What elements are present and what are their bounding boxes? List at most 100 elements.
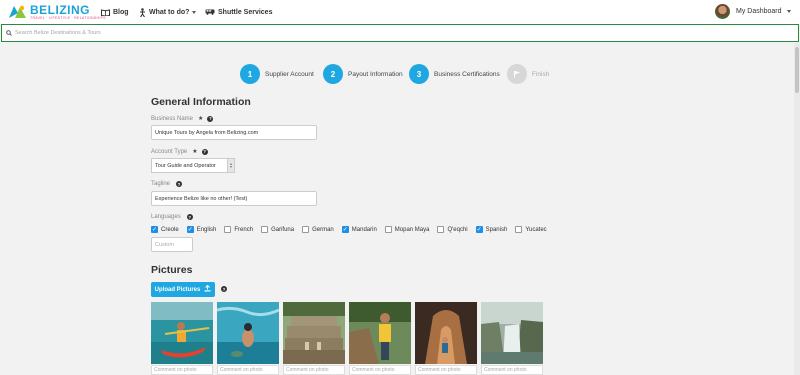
custom-language-field[interactable]: Custom <box>151 237 193 252</box>
checkbox[interactable] <box>224 226 232 233</box>
scrollbar[interactable] <box>794 43 800 375</box>
photo-thumbnail-cliff[interactable] <box>349 302 411 364</box>
van-icon <box>205 9 215 15</box>
photo-comment-input[interactable]: Comment on photo <box>415 365 477 375</box>
tagline-label: Tagline <box>151 181 171 187</box>
photo-comment-input[interactable]: Comment on photo <box>283 365 345 375</box>
account-type-label-row: Account Type ★ ? <box>151 148 208 155</box>
logo-mark-icon <box>9 5 26 18</box>
step-number: 2 <box>323 64 343 84</box>
step-number: 3 <box>409 64 429 84</box>
language-label: Q'eqchi <box>447 226 468 233</box>
nav-blog-label: Blog <box>113 8 129 16</box>
step-label: Supplier Account <box>265 70 314 78</box>
account-type-value: Tour Guide and Operator <box>155 162 216 169</box>
logo-tagline: TRAVEL · LIFESTYLE · RELATIONSHIPS <box>30 16 106 20</box>
language-german[interactable]: German <box>302 226 334 233</box>
logo-wordmark: BELIZING <box>30 3 90 17</box>
language-qeqchi[interactable]: Q'eqchi <box>437 226 468 233</box>
languages-label-row: Languages ? <box>151 214 193 220</box>
chevron-down-icon <box>786 10 791 13</box>
step-payout-information[interactable]: 2 Payout Information <box>323 64 403 84</box>
nav-shuttle-label: Shuttle Services <box>218 8 273 16</box>
step-label: Finish <box>532 70 550 78</box>
step-finish[interactable]: Finish <box>507 64 549 84</box>
nav-shuttle-services[interactable]: Shuttle Services <box>205 0 272 24</box>
book-icon <box>101 8 110 16</box>
help-icon[interactable]: ? <box>207 115 214 122</box>
checkbox-checked[interactable]: ✓ <box>151 226 158 233</box>
language-english[interactable]: ✓ English <box>186 226 217 233</box>
search-input[interactable] <box>15 30 715 36</box>
checkbox[interactable] <box>384 226 392 233</box>
business-name-field[interactable]: Unique Tours by Angela from Belizing.com <box>151 125 317 140</box>
avatar <box>715 4 730 19</box>
checkbox-checked[interactable]: ✓ <box>475 226 483 233</box>
languages-checkbox-group: ✓ Creole ✓ English French Garifuna German … <box>151 226 555 233</box>
chevron-down-icon <box>192 10 197 14</box>
flag-icon <box>507 64 527 84</box>
help-icon[interactable]: ? <box>176 181 183 187</box>
language-french[interactable]: French <box>224 226 253 233</box>
checkbox[interactable] <box>515 226 523 233</box>
account-type-select[interactable]: Tour Guide and Operator <box>151 158 235 173</box>
language-label: Yucatec <box>525 226 547 233</box>
my-dashboard-menu[interactable]: My Dashboard <box>715 4 791 19</box>
search-icon <box>6 30 12 36</box>
photo-thumbnail-kayak[interactable] <box>151 302 213 364</box>
business-name-label: Business Name <box>151 115 194 122</box>
step-supplier-account[interactable]: 1 Supplier Account <box>240 64 314 84</box>
tagline-field[interactable]: Experience Belize like no other! (Test) <box>151 191 317 206</box>
scrollbar-thumb[interactable] <box>795 47 799 93</box>
required-star-icon: ★ <box>198 116 204 122</box>
photo-comment-input[interactable]: Comment on photo <box>217 365 279 375</box>
checkbox-checked[interactable]: ✓ <box>341 226 349 233</box>
photo-thumbnail-snorkel[interactable] <box>216 302 280 364</box>
nav-what-to-do[interactable]: What to do? <box>139 0 197 24</box>
select-arrows-icon <box>227 159 234 172</box>
nav-blog[interactable]: Blog <box>101 0 129 24</box>
photo-thumbnail-cave[interactable] <box>415 302 477 364</box>
language-garifuna[interactable]: Garifuna <box>261 226 294 233</box>
tagline-label-row: Tagline ? <box>151 181 183 187</box>
help-icon[interactable]: ? <box>186 214 193 220</box>
language-mopan-maya[interactable]: Mopan Maya <box>384 226 430 233</box>
business-name-label-row: Business Name ★ ? <box>151 115 214 122</box>
language-label: Spanish <box>485 226 508 233</box>
pictures-heading: Pictures <box>151 264 193 276</box>
required-star-icon: ★ <box>192 149 198 155</box>
checkbox[interactable] <box>261 226 269 233</box>
photo-comment-input[interactable]: Comment on photo <box>349 365 411 375</box>
languages-label: Languages <box>151 214 181 220</box>
photo-comment-input[interactable]: Comment on photo <box>151 365 213 375</box>
language-label: Creole <box>161 226 179 233</box>
checkbox-checked[interactable]: ✓ <box>186 226 194 233</box>
upload-pictures-button[interactable]: Upload Pictures <box>151 282 215 297</box>
top-navbar: BELIZING TRAVEL · LIFESTYLE · RELATIONSH… <box>0 0 800 24</box>
nav-what-to-do-label: What to do? <box>149 8 190 16</box>
language-label: Mandarin <box>351 226 377 233</box>
step-business-certifications[interactable]: 3 Business Certifications <box>409 64 500 84</box>
help-icon[interactable]: ? <box>201 148 208 155</box>
language-spanish[interactable]: ✓ Spanish <box>475 226 508 233</box>
language-label: English <box>196 226 217 233</box>
language-label: Mopan Maya <box>394 226 430 233</box>
step-number: 1 <box>240 64 260 84</box>
language-creole[interactable]: ✓ Creole <box>151 226 179 233</box>
checkbox[interactable] <box>302 226 310 233</box>
upload-icon <box>204 284 211 294</box>
general-information-heading: General Information <box>151 96 251 108</box>
language-label: French <box>234 226 254 233</box>
checkbox[interactable] <box>437 226 445 233</box>
photo-comment-input[interactable]: Comment on photo <box>481 365 543 375</box>
language-yucatec[interactable]: Yucatec <box>515 226 547 233</box>
help-icon[interactable]: ? <box>221 286 227 292</box>
language-label: German <box>312 226 334 233</box>
photo-thumbnail-maya-ruins[interactable] <box>283 302 345 364</box>
my-dashboard-label: My Dashboard <box>736 8 782 15</box>
language-mandarin[interactable]: ✓ Mandarin <box>341 226 377 233</box>
account-type-label: Account Type <box>151 148 188 155</box>
photo-thumbnail-waterfall[interactable] <box>481 302 543 364</box>
belizing-logo[interactable]: BELIZING TRAVEL · LIFESTYLE · RELATIONSH… <box>8 4 106 21</box>
search-bar <box>1 24 799 42</box>
